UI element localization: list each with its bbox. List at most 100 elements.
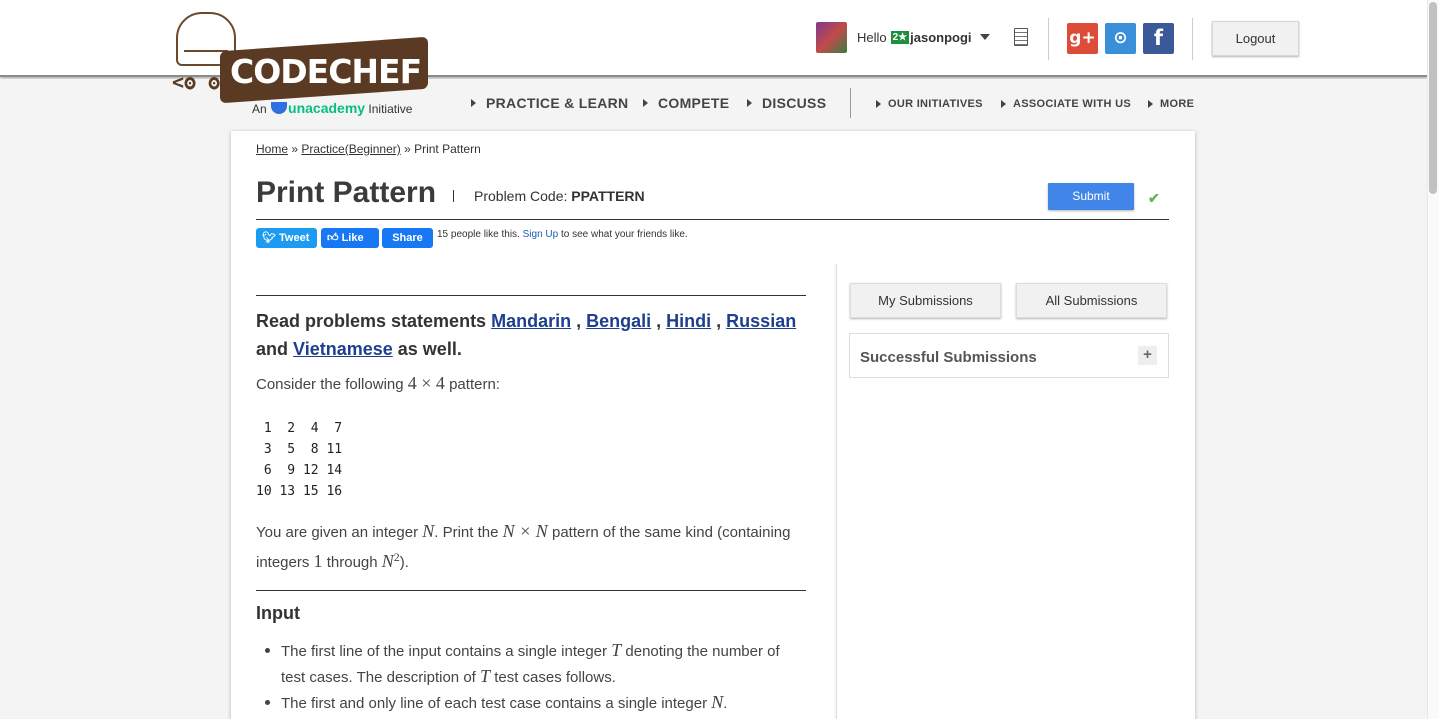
math-nxn: N × N xyxy=(502,521,548,541)
rating-badge: 2★ xyxy=(890,30,910,44)
nav-label: PRACTICE & LEARN xyxy=(486,95,629,111)
nav-label: DISCUSS xyxy=(762,95,827,111)
math-n: N xyxy=(711,692,724,712)
logo-tag-brand: unacademy xyxy=(288,100,366,116)
problem-code-label: Problem Code: xyxy=(474,188,568,204)
logo-tagline: An unacademy Initiative xyxy=(252,100,412,116)
lang-link-hindi[interactable]: Hindi xyxy=(666,311,711,331)
scrollbar-thumb[interactable] xyxy=(1429,2,1437,194)
title-rule xyxy=(256,219,1169,220)
nav-compete[interactable]: COMPETE xyxy=(643,95,729,111)
check-icon: ✔ xyxy=(1148,190,1160,206)
math-one: 1 xyxy=(313,551,323,571)
unacademy-icon xyxy=(271,102,288,114)
friends-text: to see what your friends like. xyxy=(560,229,688,240)
input-list: The first line of the input contains a s… xyxy=(265,638,806,716)
pattern-block: 1 2 4 7 3 5 8 11 6 9 12 14 10 13 15 16 xyxy=(256,421,343,499)
section-rule xyxy=(256,295,806,296)
breadcrumb-separator: » xyxy=(288,142,302,156)
triangle-right-icon xyxy=(876,100,881,108)
logo-tag-suffix: Initiative xyxy=(368,102,413,116)
lang-and: and xyxy=(256,339,289,359)
breadcrumb-current: Print Pattern xyxy=(414,142,481,156)
consider-dims: 4 × 4 xyxy=(407,373,445,393)
lang-link-mandarin[interactable]: Mandarin xyxy=(491,311,571,331)
math-n: N xyxy=(422,521,435,541)
chef-face-icon: <ʘ ʘ> xyxy=(172,70,233,94)
user-menu[interactable]: Hello 2★ jasonpogi xyxy=(816,21,990,53)
problem-code: Problem Code: PPATTERN xyxy=(474,188,645,204)
like-label: Like xyxy=(341,232,364,244)
title-divider xyxy=(453,190,454,202)
given-part: through xyxy=(326,554,378,571)
given-part: ). xyxy=(399,554,409,571)
list-item: The first and only line of each test cas… xyxy=(265,690,806,716)
math-t: T xyxy=(611,640,622,660)
page-title: Print Pattern xyxy=(256,176,437,209)
lang-suffix: as well. xyxy=(397,339,462,359)
language-links: Read problems statements Mandarin , Beng… xyxy=(256,311,797,359)
thumbs-up-icon: 👍︎ xyxy=(327,232,339,244)
facebook-icon[interactable]: f xyxy=(1143,23,1174,54)
notes-icon[interactable] xyxy=(1014,28,1028,46)
breadcrumb-separator: » xyxy=(400,142,415,156)
given-text: You are given an integer N. Print the N … xyxy=(256,519,806,575)
nav-more[interactable]: MORE xyxy=(1148,98,1194,110)
github-icon[interactable]: ⊙ xyxy=(1105,23,1136,54)
nav-associate-with-us[interactable]: ASSOCIATE WITH US xyxy=(1001,98,1131,110)
breadcrumb-practice-link[interactable]: Practice(Beginner) xyxy=(301,142,400,156)
lang-link-bengali[interactable]: Bengali xyxy=(586,311,651,331)
share-button[interactable]: Share xyxy=(382,228,433,248)
header-divider xyxy=(1192,18,1193,60)
given-part: You are given an integer xyxy=(256,524,419,541)
signup-link[interactable]: Sign Up xyxy=(523,229,559,240)
breadcrumb: Home » Practice(Beginner) » Print Patter… xyxy=(256,142,481,156)
nav-discuss[interactable]: DISCUSS xyxy=(747,95,826,111)
bullet-text: . xyxy=(723,695,728,712)
nav-our-initiatives[interactable]: OUR INITIATIVES xyxy=(876,98,983,110)
section-rule xyxy=(256,590,806,591)
logout-button[interactable]: Logout xyxy=(1212,21,1299,56)
all-submissions-button[interactable]: All Submissions xyxy=(1016,283,1167,318)
my-submissions-button[interactable]: My Submissions xyxy=(850,283,1001,318)
consider-prefix: Consider the following xyxy=(256,376,404,393)
successful-submissions-panel[interactable]: Successful Submissions + xyxy=(849,333,1169,378)
list-item: The first line of the input contains a s… xyxy=(265,638,806,690)
twitter-icon: 🐦︎ xyxy=(262,232,276,244)
lang-link-vietnamese[interactable]: Vietnamese xyxy=(293,339,393,359)
nav-label: ASSOCIATE WITH US xyxy=(1013,98,1131,110)
logo-tag-prefix: An xyxy=(252,102,267,116)
chevron-down-icon[interactable] xyxy=(979,34,990,40)
math-t: T xyxy=(480,666,491,686)
submit-button[interactable]: Submit xyxy=(1048,183,1134,210)
triangle-right-icon xyxy=(1001,100,1006,108)
lang-prefix: Read problems statements xyxy=(256,311,487,331)
bullet-text: The first and only line of each test cas… xyxy=(281,695,708,712)
nav-label: OUR INITIATIVES xyxy=(888,98,983,110)
like-button[interactable]: 👍︎ Like xyxy=(321,228,379,248)
hello-text: Hello xyxy=(857,29,887,45)
breadcrumb-home-link[interactable]: Home xyxy=(256,142,288,156)
math-n: N xyxy=(381,551,394,571)
tweet-button[interactable]: 🐦︎ Tweet xyxy=(256,228,317,248)
header-divider xyxy=(1048,18,1049,60)
username[interactable]: jasonpogi xyxy=(910,30,971,45)
successful-submissions-label: Successful Submissions xyxy=(860,349,1037,366)
given-part: . Print the xyxy=(434,524,499,541)
lang-link-russian[interactable]: Russian xyxy=(726,311,796,331)
codechef-logo[interactable]: CODECHEF <ʘ ʘ> An unacademy Initiative xyxy=(172,12,432,120)
bullet-text: The first line of the input contains a s… xyxy=(281,643,608,660)
nav-label: MORE xyxy=(1160,98,1195,110)
nav-divider xyxy=(850,88,851,118)
nav-practice-learn[interactable]: PRACTICE & LEARN xyxy=(471,95,628,111)
expand-icon[interactable]: + xyxy=(1138,346,1157,365)
tweet-label: Tweet xyxy=(279,232,310,244)
triangle-right-icon xyxy=(1148,100,1153,108)
triangle-right-icon xyxy=(471,99,476,107)
problem-code-value: PPATTERN xyxy=(571,188,645,204)
avatar[interactable] xyxy=(816,21,847,53)
likes-text: 15 people like this. Sign Up to see what… xyxy=(437,228,707,241)
nav-label: COMPETE xyxy=(658,95,730,111)
bullet-text: test cases follows. xyxy=(494,669,616,686)
google-plus-icon[interactable]: g+ xyxy=(1067,23,1098,54)
